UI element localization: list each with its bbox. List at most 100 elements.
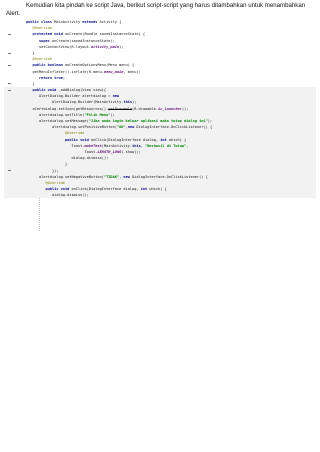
code-text: Toast.LENGTH_LONG).show(); bbox=[63, 150, 141, 154]
code-token: Activity { bbox=[99, 20, 122, 24]
code-text: public void onClick(DialogInterface dial… bbox=[43, 138, 186, 142]
code-text: getMenuInflater().inflate(R.menu.menu_ma… bbox=[11, 70, 141, 74]
code-token: )); bbox=[181, 106, 189, 111]
code-token: @Override bbox=[65, 131, 85, 136]
code-token: alertdialog.setMessage( bbox=[39, 119, 89, 123]
code-token: DialogInterface.OnClickListener() { bbox=[136, 125, 213, 130]
code-token: alertdialog.setNegativeButton( bbox=[39, 174, 104, 179]
code-text: } bbox=[43, 162, 67, 166]
code-token: protected void bbox=[32, 32, 65, 37]
code-token: public void bbox=[45, 187, 72, 192]
code-token: , menu); bbox=[123, 69, 141, 74]
code-text: @Override bbox=[11, 57, 52, 61]
code-token: } bbox=[32, 50, 35, 55]
code-token: makeText bbox=[84, 143, 102, 148]
code-token: Toast. bbox=[84, 149, 98, 154]
gutter bbox=[4, 192, 14, 198]
code-text: }); bbox=[30, 169, 59, 173]
code-token: onClick(DialogInterface dialog, bbox=[90, 137, 161, 142]
code-text: super.onCreate(savedInstanceState); bbox=[17, 39, 115, 43]
code-token: (MainActivity. bbox=[101, 143, 133, 148]
code-token: DialogInterface.OnClickListener() { bbox=[132, 174, 208, 179]
code-token: extends bbox=[82, 20, 100, 24]
code-text: Toast.makeText(MainActivity.this, "Berha… bbox=[50, 144, 189, 148]
code-token: alertdialog.setIcon(getResources(). bbox=[32, 106, 109, 111]
fold-marker-icon[interactable] bbox=[7, 170, 11, 172]
code-text: return true; bbox=[17, 76, 65, 80]
code-token: which) { bbox=[168, 137, 187, 142]
code-token: (R.drawable. bbox=[132, 106, 159, 111]
code-token: alertdialog.setPositiveButton( bbox=[52, 125, 117, 130]
code-text: public boolean onCreateOptionsMenu(Menu … bbox=[11, 63, 135, 67]
code-token: dialog.dismiss(); bbox=[71, 156, 109, 161]
code-token: public boolean bbox=[32, 63, 65, 68]
code-screenshot: public class MainActivity extends Activi… bbox=[4, 19, 316, 334]
code-token: this bbox=[123, 100, 133, 105]
code-text: @Override bbox=[11, 26, 52, 30]
code-token: "Berhasil di Tutup" bbox=[145, 143, 187, 148]
code-token: @Override bbox=[32, 57, 52, 62]
code-token: "OK" bbox=[116, 125, 126, 130]
code-text: alertdialog.setPositiveButton("OK",new D… bbox=[30, 125, 212, 129]
code-token: MainActivity bbox=[54, 20, 83, 24]
code-text: AlertDialog.Builder(MainActivity.this); bbox=[30, 100, 136, 104]
code-text: } bbox=[11, 51, 35, 55]
code-text: public class MainActivity extends Activi… bbox=[4, 20, 121, 24]
code-token: } bbox=[65, 162, 68, 167]
code-token: activity_main bbox=[90, 44, 120, 49]
code-token: ); bbox=[207, 119, 213, 123]
code-token: "Pilih Menu" bbox=[84, 112, 111, 117]
code-text: AlertDialog.Builder alertdialog = new bbox=[17, 94, 119, 98]
code-token: this bbox=[132, 143, 141, 148]
code-text: } bbox=[11, 82, 35, 86]
code-token: ); bbox=[119, 44, 124, 49]
code-token: ); bbox=[110, 112, 115, 117]
code-text: @Override bbox=[43, 131, 84, 135]
code-token: int bbox=[160, 137, 169, 142]
code-token: @Override bbox=[45, 180, 65, 185]
code-token: new bbox=[112, 94, 120, 99]
code-text: alertdialog.setIcon(getResources().getDr… bbox=[11, 107, 189, 111]
code-text: public void onClick(DialogInterface dial… bbox=[24, 187, 167, 191]
code-token: getMenuInflater().inflate(R.menu. bbox=[32, 69, 104, 74]
code-text: alertdialog.setNegativeButton("TIDAK", n… bbox=[17, 175, 208, 179]
code-token: onCreateOptionsMenu(Menu menu) { bbox=[64, 63, 135, 68]
code-token: ).show(); bbox=[121, 149, 141, 154]
code-token: , bbox=[186, 143, 189, 148]
code-token: _addDialog(View view){ bbox=[58, 88, 107, 93]
code-text: setContentView(R.layout.activity_main); bbox=[17, 45, 123, 49]
code-text: alertdialog.setMessage("Jika anda ingin … bbox=[17, 119, 212, 123]
code-token: menu_main bbox=[103, 69, 124, 74]
code-token: onCreate(Bundle savedInstanceState) { bbox=[64, 32, 146, 37]
code-token: ic_launcher bbox=[158, 106, 182, 111]
code-token: which) { bbox=[149, 187, 167, 192]
code-line: dialog.dismiss(); bbox=[4, 192, 316, 199]
code-token: dialog.dismiss(); bbox=[52, 193, 89, 198]
code-token: "Jika anda ingin keluar aplikasi maka tu… bbox=[88, 119, 208, 123]
code-token: getDrawable bbox=[108, 106, 133, 111]
code-text: dialog.dismiss(); bbox=[50, 156, 109, 160]
code-token: public class bbox=[26, 20, 55, 24]
code-token: "TIDAK" bbox=[103, 174, 120, 179]
code-token: onClick(DialogInterface dialog, bbox=[71, 187, 141, 192]
code-token: LENGTH_LONG bbox=[97, 149, 122, 154]
code-token: Toast. bbox=[71, 143, 85, 148]
code-token: ); bbox=[132, 100, 137, 105]
code-token: alertdialog.setTitle( bbox=[39, 112, 85, 117]
code-text: @Override bbox=[24, 181, 65, 185]
code-token: super bbox=[39, 38, 50, 43]
intro-text: Kemudian kita pindah ke script Java, ber… bbox=[6, 2, 306, 17]
code-text: public void _addDialog(View view){ bbox=[11, 88, 107, 92]
intro-paragraph: Kemudian kita pindah ke script Java, ber… bbox=[6, 2, 306, 18]
code-token: ; bbox=[62, 75, 65, 80]
code-token: @Override bbox=[32, 26, 52, 31]
code-token: setContentView(R.layout. bbox=[39, 44, 91, 49]
code-token: AlertDialog.Builder(MainActivity. bbox=[52, 100, 124, 105]
code-text: dialog.dismiss(); bbox=[30, 193, 89, 197]
code-token: }); bbox=[52, 168, 59, 173]
code-token: public void bbox=[65, 137, 91, 142]
code-token: AlertDialog.Builder alertdialog = bbox=[39, 94, 113, 99]
code-token: public void bbox=[32, 88, 59, 93]
code-token: .onCreate(savedInstanceState); bbox=[49, 38, 115, 43]
code-token: return true bbox=[39, 75, 63, 80]
